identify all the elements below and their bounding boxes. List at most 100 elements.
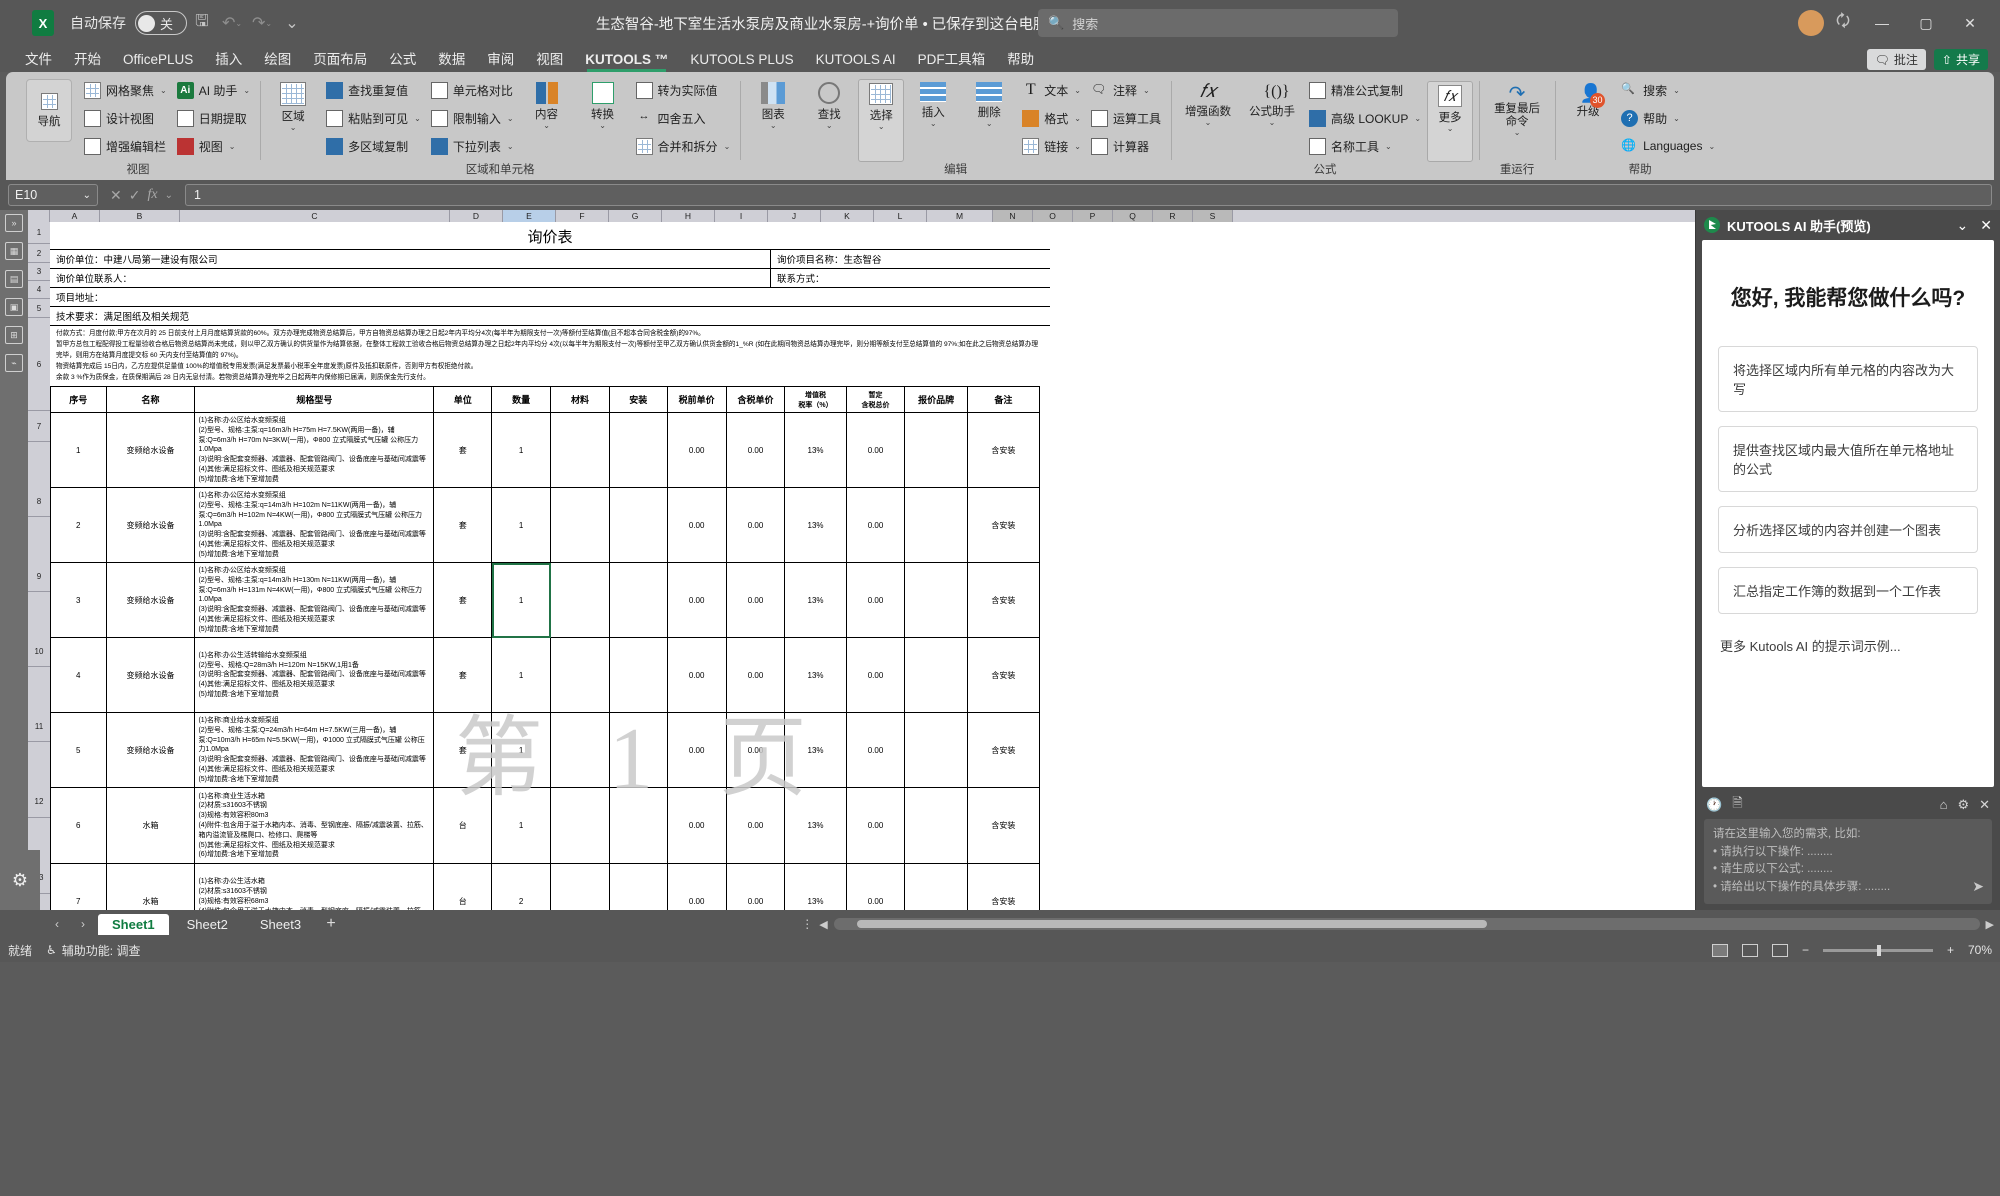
navigation-button[interactable]: 导航 bbox=[26, 79, 72, 142]
horizontal-scrollbar[interactable] bbox=[834, 918, 1980, 930]
chevron-down-icon[interactable]: ⌄ bbox=[83, 190, 91, 201]
column-header-S[interactable]: S bbox=[1193, 210, 1233, 222]
comments-button[interactable]: 🗨 批注 bbox=[1867, 49, 1926, 70]
tab-review[interactable]: 审阅 bbox=[476, 48, 525, 72]
ai-suggestion-4[interactable]: 汇总指定工作簿的数据到一个工作表 bbox=[1718, 567, 1978, 614]
calculator-button[interactable]: 计算器 bbox=[1087, 133, 1165, 159]
design-side-icon[interactable]: ▤ bbox=[5, 270, 23, 288]
table-row[interactable]: 1 变频给水设备 (1)名称:办公区给水变频泵组 (2)型号、规格:主泵:q=1… bbox=[51, 413, 1040, 488]
compare-cells-button[interactable]: 单元格对比 bbox=[427, 78, 518, 104]
operation-tools-button[interactable]: 运算工具 bbox=[1087, 105, 1165, 131]
table-row[interactable]: 5 变频给水设备 (1)名称:商业给水变频泵组 (2)型号、规格:主泵:Q=24… bbox=[51, 713, 1040, 788]
cancel-formula-icon[interactable]: ✕ bbox=[110, 187, 122, 204]
column-header-Q[interactable]: Q bbox=[1113, 210, 1153, 222]
chart-button[interactable]: 图表⌄ bbox=[746, 79, 800, 162]
table-row[interactable]: 2 变频给水设备 (1)名称:办公区给水变频泵组 (2)型号、规格:主泵:q=1… bbox=[51, 488, 1040, 563]
upgrade-button[interactable]: 👤 30 升级 bbox=[1561, 81, 1615, 162]
grid-focus-button[interactable]: 网格聚焦⌄ bbox=[80, 78, 171, 104]
page-layout-view-icon[interactable] bbox=[1742, 944, 1758, 957]
merge-split-button[interactable]: 合并和拆分⌄ bbox=[632, 133, 735, 159]
tab-pdf-toolbox[interactable]: PDF工具箱 bbox=[907, 48, 997, 72]
row-header-10[interactable]: 10 bbox=[28, 592, 50, 667]
row-header-7[interactable]: 7 bbox=[28, 411, 50, 442]
autosave-toggle[interactable]: 关 bbox=[135, 11, 187, 35]
date-picker-button[interactable]: 日期提取 bbox=[173, 105, 254, 131]
column-header-K[interactable]: K bbox=[821, 210, 874, 222]
history-icon[interactable]: 🕐 bbox=[1706, 797, 1722, 813]
format-button[interactable]: 格式⌄ bbox=[1018, 105, 1085, 131]
column-header-L[interactable]: L bbox=[874, 210, 927, 222]
column-header-B[interactable]: B bbox=[100, 210, 180, 222]
ai-prompt-input[interactable]: 请在这里输入您的需求, 比如: • 请执行以下操作: ........ • 请生… bbox=[1704, 819, 1992, 904]
ai-suggestion-3[interactable]: 分析选择区域的内容并创建一个图表 bbox=[1718, 506, 1978, 553]
column-header-H[interactable]: H bbox=[662, 210, 715, 222]
find-button[interactable]: 查找⌄ bbox=[802, 79, 856, 162]
select-all-corner[interactable] bbox=[28, 210, 50, 222]
row-header-2[interactable]: 2 bbox=[28, 244, 50, 263]
tab-officeplus[interactable]: OfficePLUS bbox=[112, 48, 204, 72]
more-formulas-button[interactable]: 𝑓𝑥 更多⌄ bbox=[1427, 81, 1473, 162]
column-header-O[interactable]: O bbox=[1033, 210, 1073, 222]
enhanced-functions-button[interactable]: 𝑓𝑥 增强函数⌄ bbox=[1177, 81, 1239, 162]
ai-more-examples-link[interactable]: 更多 Kutools AI 的提示词示例... bbox=[1718, 628, 1978, 663]
dropdown-list-button[interactable]: 下拉列表⌄ bbox=[427, 133, 518, 159]
search-box[interactable]: 🔍 搜索 bbox=[1038, 9, 1398, 37]
ai-assistant-button[interactable]: Ai AI 助手⌄ bbox=[173, 78, 254, 104]
tab-formulas[interactable]: 公式 bbox=[378, 48, 427, 72]
minimize-button[interactable]: — bbox=[1862, 7, 1902, 39]
name-box[interactable]: E10 ⌄ bbox=[8, 184, 98, 206]
close-icon[interactable]: ✕ bbox=[1980, 217, 1992, 234]
zoom-in-button[interactable]: + bbox=[1947, 943, 1954, 957]
row-header-6[interactable]: 6 bbox=[28, 318, 50, 411]
table-row[interactable]: 3 变频给水设备 (1)名称:办公区给水变频泵组 (2)型号、规格:主泵:q=1… bbox=[51, 563, 1040, 638]
tab-page-layout[interactable]: 页面布局 bbox=[302, 48, 378, 72]
cell-qty-selected[interactable]: 1 bbox=[492, 563, 551, 638]
column-header-M[interactable]: M bbox=[927, 210, 993, 222]
scroll-left-icon[interactable]: ◀ bbox=[819, 918, 827, 931]
column-header-D[interactable]: D bbox=[450, 210, 503, 222]
column-header-P[interactable]: P bbox=[1073, 210, 1113, 222]
tab-kutools-ai[interactable]: KUTOOLS AI bbox=[805, 48, 907, 72]
sheet-options-icon[interactable]: ⋮ bbox=[801, 917, 813, 931]
accessibility-status[interactable]: ♿ 辅助功能: 调查 bbox=[46, 942, 140, 959]
page-break-view-icon[interactable] bbox=[1772, 944, 1788, 957]
content-button[interactable]: 内容 ⌄ bbox=[520, 79, 574, 162]
table-row[interactable]: 6 水箱 (1)名称:商业生活水箱 (2)材质:s31603不锈钢 (3)规格:… bbox=[51, 788, 1040, 864]
row-header-12[interactable]: 12 bbox=[28, 742, 50, 818]
table-side-icon[interactable]: ⊞ bbox=[5, 326, 23, 344]
tab-view[interactable]: 视图 bbox=[525, 48, 574, 72]
advanced-lookup-button[interactable]: 高级 LOOKUP⌄ bbox=[1305, 105, 1425, 131]
table-row[interactable]: 4 变频给水设备 (1)名称:办公生活转输给水变频泵组 (2)型号、规格:Q=2… bbox=[51, 638, 1040, 713]
column-header-I[interactable]: I bbox=[715, 210, 768, 222]
view-button[interactable]: 视图⌄ bbox=[173, 133, 254, 159]
tab-kutools[interactable]: KUTOOLS ™ bbox=[574, 48, 679, 72]
share-button[interactable]: ⇧ 共享 bbox=[1934, 49, 1988, 70]
tab-help[interactable]: 帮助 bbox=[996, 48, 1045, 72]
autosave-control[interactable]: 自动保存 关 bbox=[70, 11, 187, 35]
delete-button[interactable]: 删除⌄ bbox=[962, 79, 1016, 162]
row-header-4[interactable]: 4 bbox=[28, 281, 50, 299]
ai-suggestion-1[interactable]: 将选择区域内所有单元格的内容改为大写 bbox=[1718, 346, 1978, 412]
repeat-last-command-button[interactable]: ↷ 重复最后 命令⌄ bbox=[1485, 81, 1549, 162]
insert-button[interactable]: 插入⌄ bbox=[906, 79, 960, 162]
design-view-button[interactable]: 设计视图 bbox=[80, 105, 171, 131]
find-duplicates-button[interactable]: 查找重复值 bbox=[322, 78, 425, 104]
confirm-formula-icon[interactable]: ✓ bbox=[129, 187, 141, 204]
sheet-tab-sheet2[interactable]: Sheet2 bbox=[173, 914, 242, 935]
exact-formula-copy-button[interactable]: 精准公式复制 bbox=[1305, 78, 1425, 104]
restrict-input-button[interactable]: 限制输入⌄ bbox=[427, 105, 518, 131]
scroll-right-icon[interactable]: ▶ bbox=[1986, 918, 1994, 931]
to-actual-value-button[interactable]: 转为实际值 bbox=[632, 78, 735, 104]
close-button[interactable]: ✕ bbox=[1950, 7, 1990, 39]
link-button[interactable]: 链接⌄ bbox=[1018, 133, 1085, 159]
tab-home[interactable]: 开始 bbox=[63, 48, 112, 72]
column-header-J[interactable]: J bbox=[768, 210, 821, 222]
prev-sheet-button[interactable]: ‹ bbox=[46, 913, 68, 935]
column-header-C[interactable]: C bbox=[180, 210, 450, 222]
settings-gear-button[interactable]: ⚙ bbox=[0, 850, 40, 910]
select-button[interactable]: 选择⌄ bbox=[858, 79, 904, 162]
column-header-F[interactable]: F bbox=[556, 210, 609, 222]
help-button[interactable]: ? 帮助⌄ bbox=[1617, 105, 1719, 131]
ai-suggestion-2[interactable]: 提供查找区域内最大值所在单元格地址的公式 bbox=[1718, 426, 1978, 492]
zoom-level[interactable]: 70% bbox=[1968, 943, 1992, 957]
